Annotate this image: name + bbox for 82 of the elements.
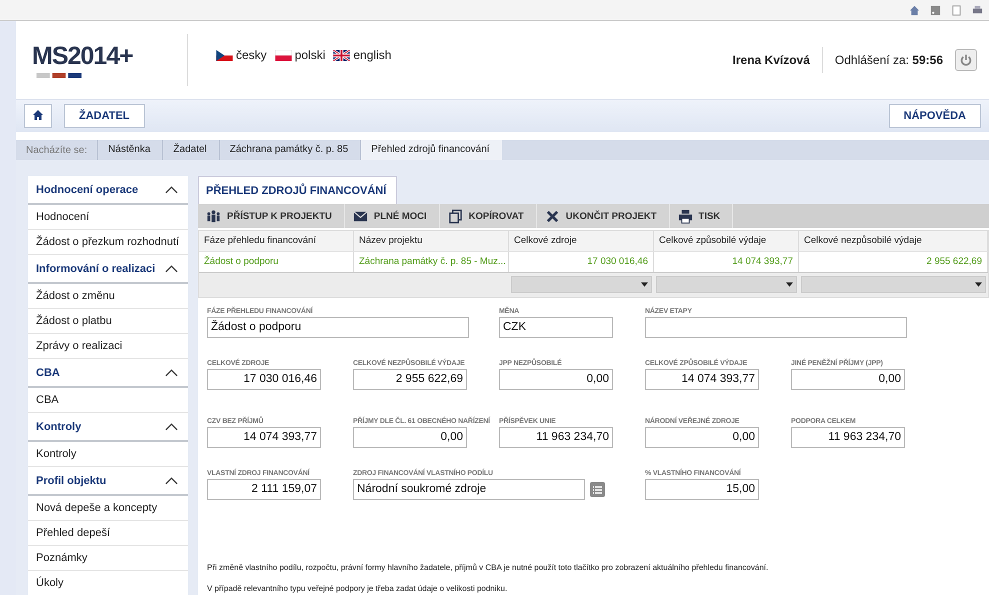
chevron-icon	[165, 368, 178, 376]
home-icon[interactable]	[909, 4, 920, 16]
sidebar-group-header[interactable]: Profil objektu	[28, 467, 188, 496]
action-button[interactable]: TISK	[670, 204, 734, 228]
column-header[interactable]: Název projektu	[354, 231, 509, 251]
input-field[interactable]: 0,00	[645, 427, 759, 448]
sidebar-item[interactable]: Hodnocení	[28, 205, 188, 230]
home-icon	[32, 108, 44, 120]
logo-text: MS2014+	[32, 42, 134, 71]
panel-tab[interactable]: PŘEHLED ZDROJŮ FINANCOVÁNÍ	[198, 176, 398, 204]
input-field[interactable]: 15,00	[645, 479, 759, 500]
input-field[interactable]: 11 963 234,70	[791, 427, 905, 448]
breadcrumb-link[interactable]: Přehled zdrojů financování	[360, 140, 502, 160]
sidebar-item[interactable]: Žádost o přezkum rozhodnutí	[28, 230, 188, 255]
user-name: Irena Kvízová	[732, 47, 823, 73]
chevron-icon	[165, 186, 178, 194]
flag-icon	[274, 50, 292, 60]
sidebar-group-header[interactable]: Informování o realizaci	[28, 255, 188, 284]
input-field[interactable]: 0,00	[499, 369, 613, 390]
note-text: V případě relevantního typu veřejné podpory je třeba zadat údaje o velikosti podniku.	[207, 584, 508, 593]
input-field[interactable]: CZK	[499, 317, 613, 338]
cross-icon	[544, 208, 560, 224]
feed-icon[interactable]	[930, 4, 941, 16]
column-header[interactable]: Celkové zdroje	[509, 231, 654, 251]
sidebar-item[interactable]: Zprávy o realizaci	[28, 334, 188, 359]
chevron-icon	[165, 264, 178, 272]
sidebar-item[interactable]: Kontroly	[28, 442, 188, 467]
input-field[interactable]: 0,00	[353, 427, 467, 448]
page-icon[interactable]	[951, 4, 962, 16]
language-link[interactable]: česky	[216, 48, 267, 62]
breadcrumb-label: Nacházíte se:	[25, 144, 88, 156]
action-button[interactable]: PLNÉ MOCI	[344, 204, 440, 228]
column-header[interactable]: Fáze přehledu financování	[199, 231, 354, 251]
flag-icon	[216, 50, 233, 60]
action-button[interactable]: KOPÍROVAT	[440, 204, 537, 228]
note-text: Při změně vlastního podílu, rozpočtu, právní formy hlavního žadatele, příjmů v CBA je nutné použít toto tlačítko pro zobrazení aktuálního přehledu financování.	[207, 563, 770, 572]
sidebar-item[interactable]: Žádost o změnu	[28, 284, 188, 309]
flag-icon	[333, 50, 350, 60]
applicant-button[interactable]: ŽADATEL	[64, 104, 145, 128]
home-button[interactable]	[24, 104, 52, 128]
logout-label: Odhlášení za:	[834, 53, 909, 67]
language-link[interactable]: english	[333, 48, 392, 62]
list-icon	[592, 484, 604, 496]
input-field[interactable]: 2 955 622,69	[353, 369, 467, 390]
column-header[interactable]: Celkové způsobilé výdaje	[654, 231, 799, 251]
input-field[interactable]: 0,00	[791, 369, 905, 390]
sidebar-group-header[interactable]: Hodnocení operace	[28, 176, 188, 205]
input-field[interactable]	[645, 317, 907, 338]
envelope-icon	[352, 208, 368, 224]
caret-icon	[786, 282, 793, 287]
sidebar-item[interactable]: Přehled depeší	[28, 521, 188, 546]
action-button[interactable]: UKONČIT PROJEKT	[536, 204, 670, 228]
list-button[interactable]	[590, 482, 605, 497]
input-field[interactable]: 11 963 234,70	[499, 427, 613, 448]
logout-timer: 59:56	[912, 53, 943, 67]
people-icon	[206, 208, 221, 224]
sidebar-item[interactable]: Žádost o platbu	[28, 309, 188, 334]
power-button[interactable]	[955, 49, 977, 71]
sidebar-item[interactable]: Úkoly	[28, 571, 188, 595]
input-field[interactable]: Žádost o podporu	[207, 317, 469, 338]
language-link[interactable]: polski	[274, 48, 326, 62]
caret-icon	[975, 282, 982, 287]
sidebar-item[interactable]: CBA	[28, 388, 188, 413]
input-field[interactable]: 17 030 016,46	[207, 369, 321, 390]
sidebar-item[interactable]: Poznámky	[28, 546, 188, 571]
help-button[interactable]: NÁPOVĚDA	[888, 104, 981, 128]
action-button[interactable]: PŘÍSTUP K PROJEKTU	[198, 204, 345, 228]
input-field[interactable]: 14 074 393,77	[207, 427, 321, 448]
chevron-icon	[165, 476, 178, 484]
column-header[interactable]: Celkové nezpůsobilé výdaje	[799, 231, 988, 251]
input-field[interactable]: 2 111 159,07	[207, 479, 321, 500]
print-icon[interactable]	[972, 4, 983, 16]
sidebar-group-header[interactable]: CBA	[28, 359, 188, 388]
sidebar-item[interactable]: Nová depeše a koncepty	[28, 496, 188, 521]
chevron-icon	[165, 422, 178, 430]
input-field[interactable]: 14 074 393,77	[645, 369, 759, 390]
input-field[interactable]: Národní soukromé zdroje	[353, 479, 585, 500]
power-icon	[959, 53, 973, 67]
sidebar-group-header[interactable]: Kontroly	[28, 413, 188, 442]
printer-icon	[678, 208, 693, 224]
copy-icon	[448, 208, 463, 224]
caret-icon	[641, 282, 648, 287]
